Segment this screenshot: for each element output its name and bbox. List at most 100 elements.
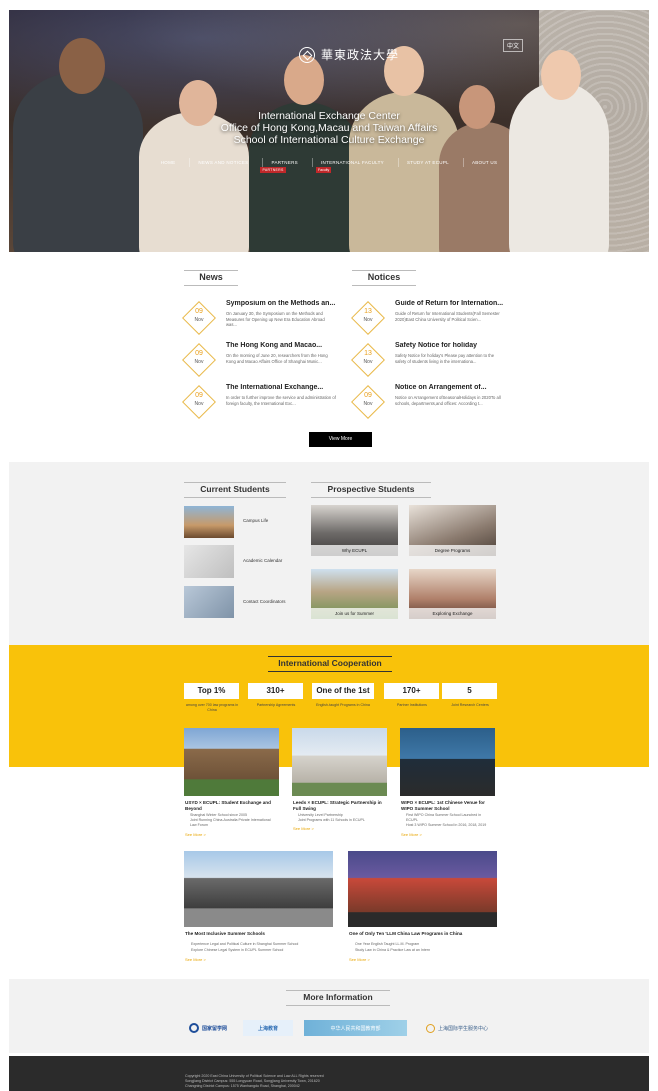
- date-month: Nov: [194, 401, 204, 407]
- link-text: 中华人民共和国教育部: [330, 1025, 381, 1032]
- nav-tag-faculty: Faculty: [316, 167, 332, 173]
- footer: Copyright 2020 East China University of …: [9, 1056, 649, 1091]
- nav-about[interactable]: ABOUT US: [462, 158, 505, 167]
- emblem-icon: [425, 1023, 435, 1033]
- see-more-link[interactable]: See More >: [293, 826, 314, 831]
- news-heading: News: [199, 272, 223, 282]
- news-title[interactable]: Symposium on the Methods an...: [226, 300, 336, 307]
- divider: [184, 497, 286, 498]
- logo-text: 華東政法大學: [321, 48, 400, 62]
- tile-caption: Degree Programs: [409, 545, 496, 556]
- date-badge: 09 Nov: [187, 391, 211, 409]
- tile-caption: Exploring Exchange: [409, 608, 496, 619]
- shanghai-education-link[interactable]: 上海教育: [243, 1020, 293, 1036]
- card-point: Joint Programs with 11 Schools in ECUPL: [298, 818, 365, 822]
- news-list: 09 Nov Symposium on the Methods an... On J…: [182, 300, 336, 426]
- llm-program-image[interactable]: [348, 851, 497, 927]
- see-more-link[interactable]: See More >: [349, 957, 370, 962]
- hero-banner: 華東政法大學 中文 International Exchange Center …: [9, 10, 649, 252]
- feature-point: Experience Legal and Political Culture i…: [191, 942, 299, 946]
- globe-icon: [188, 1023, 199, 1033]
- main-nav: HOME NEWS AND NOTICES PARTNERS Partners …: [9, 158, 649, 173]
- study-abroad-link[interactable]: 国家留学网: [184, 1020, 232, 1036]
- nav-tag-partners: Partners: [260, 167, 286, 173]
- summer-tile[interactable]: Join us for Summer: [311, 569, 398, 619]
- date-day: 09: [195, 308, 203, 315]
- academic-calendar-image[interactable]: [184, 545, 234, 578]
- seal-icon: [299, 46, 315, 63]
- card-title[interactable]: USYD × ECUPL: Student Exchange and Beyon…: [185, 800, 275, 812]
- divider: [352, 285, 416, 286]
- notice-item[interactable]: 09 Nov Notice on Arrangement of... Notice …: [351, 384, 505, 426]
- see-more-link[interactable]: See More >: [185, 832, 206, 837]
- date-month: Nov: [194, 359, 204, 365]
- current-students-link[interactable]: Campus Life: [243, 518, 268, 523]
- notices-title-block: Notices: [352, 270, 416, 286]
- wipo-image[interactable]: [400, 728, 495, 796]
- news-summary: On the morning of June 20, researchers f…: [226, 353, 328, 364]
- ministry-education-link[interactable]: 中华人民共和国教育部: [304, 1020, 407, 1036]
- notice-title[interactable]: Notice on Arrangement of...: [395, 384, 505, 391]
- leeds-image[interactable]: [292, 728, 387, 796]
- university-logo[interactable]: 華東政法大學: [299, 46, 399, 63]
- feature-point: Study Law in China & Practice Law at an …: [355, 948, 431, 952]
- date-month: Nov: [363, 317, 373, 323]
- news-title[interactable]: The Hong Kong and Macao...: [226, 342, 336, 349]
- card-title[interactable]: Leeds × ECUPL: Strategic Partnership in …: [293, 800, 385, 812]
- link-text: 上海教育: [257, 1025, 278, 1032]
- language-switch-button[interactable]: 中文: [502, 39, 523, 52]
- notice-item[interactable]: 13 Nov Safety Notice for holiday Safety No…: [351, 342, 505, 384]
- notices-heading: Notices: [367, 272, 401, 282]
- feature-title[interactable]: The Most Inclusive Summer Schools: [185, 931, 335, 937]
- date-day: 13: [364, 308, 372, 315]
- why-ecupl-tile[interactable]: Why ECUPL: [311, 505, 398, 556]
- current-students-link[interactable]: Contact Coordinators: [243, 599, 286, 604]
- news-item[interactable]: 09 Nov The International Exchange... In or…: [182, 384, 336, 426]
- card-title[interactable]: WIPO × ECUPL: 1st Chinese Venue for WIPO…: [401, 800, 493, 812]
- person-6-head: [541, 50, 581, 100]
- summer-school-image[interactable]: [184, 851, 333, 927]
- nav-study[interactable]: STUDY AT ECUPL: [397, 158, 457, 167]
- see-more-link[interactable]: See More >: [185, 957, 206, 962]
- current-students-link[interactable]: Academic Calendar: [243, 558, 282, 563]
- student-service-link[interactable]: 上海国际学生服务中心: [418, 1020, 496, 1036]
- campus-life-image[interactable]: [184, 506, 234, 538]
- stat-label: among over 700 law programs in China: [185, 703, 239, 712]
- title-line-1: International Exchange Center: [258, 110, 400, 122]
- footer-line: Changning District Campus: 1575 Wanhangd…: [185, 1084, 300, 1088]
- view-more-button[interactable]: View More: [309, 432, 372, 447]
- notice-title[interactable]: Safety Notice for holiday: [395, 342, 505, 349]
- stat-label: Partner Institutions: [397, 703, 427, 707]
- stat-label: Joint Research Centers: [451, 703, 489, 707]
- notice-title[interactable]: Guide of Return for Internation...: [395, 300, 505, 307]
- notice-item[interactable]: 13 Nov Guide of Return for Internation...…: [351, 300, 505, 342]
- divider: [286, 990, 390, 991]
- nav-news[interactable]: NEWS AND NOTICES: [189, 158, 256, 167]
- feature-point: One Year English Taught LL.M. Program: [355, 942, 420, 946]
- contact-coordinators-image[interactable]: [184, 586, 234, 618]
- date-day: 09: [195, 350, 203, 357]
- exchange-tile[interactable]: Exploring Exchange: [409, 569, 496, 619]
- feature-title[interactable]: One of Only Ten 'LLM China Law Programs …: [349, 931, 499, 937]
- card-point: Host 3 WIPO Summer School in 2016, 2018,…: [406, 823, 487, 827]
- news-item[interactable]: 09 Nov Symposium on the Methods an... On J…: [182, 300, 336, 342]
- degree-programs-tile[interactable]: Degree Programs: [409, 505, 496, 556]
- card-point: First WIPO China Summer School Launched …: [406, 813, 482, 822]
- feature-point: Explore Chinese Legal System in ECUPL Su…: [191, 948, 284, 952]
- nav-partners[interactable]: PARTNERS Partners: [260, 158, 306, 173]
- tile-caption: Join us for Summer: [311, 608, 398, 619]
- link-text: 国家留学网: [201, 1025, 227, 1032]
- stat-label: Partnership Agreements: [256, 703, 296, 707]
- nav-home[interactable]: HOME: [153, 158, 184, 167]
- nav-faculty[interactable]: INTERNATIONAL FACULTY: [311, 158, 392, 167]
- news-title[interactable]: The International Exchange...: [226, 384, 336, 391]
- stat-label: English-taught Programs in China: [316, 703, 370, 707]
- divider: [311, 497, 431, 498]
- link-text: 上海国际学生服务中心: [437, 1025, 488, 1032]
- usyd-image[interactable]: [184, 728, 279, 796]
- news-item[interactable]: 09 Nov The Hong Kong and Macao... On the m…: [182, 342, 336, 384]
- date-day: 09: [195, 392, 203, 399]
- date-badge: 13 Nov: [356, 349, 380, 367]
- stat-value: One of the 1st: [312, 683, 374, 699]
- see-more-link[interactable]: See More >: [401, 832, 422, 837]
